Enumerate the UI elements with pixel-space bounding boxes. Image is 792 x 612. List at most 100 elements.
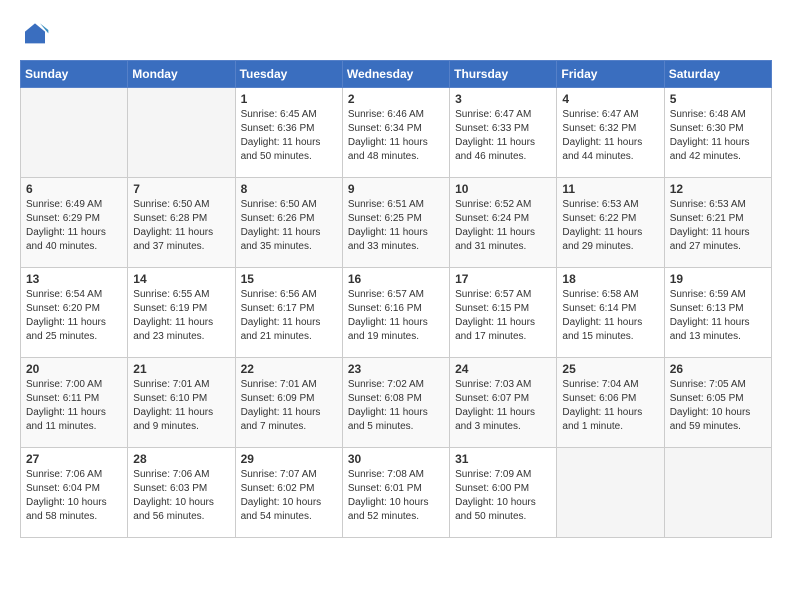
sunrise-text: Sunrise: 7:03 AM: [455, 379, 531, 390]
col-header-saturday: Saturday: [664, 61, 771, 88]
sunset-text: Sunset: 6:22 PM: [562, 213, 636, 224]
daylight-text: Daylight: 11 hours and 11 minutes.: [26, 407, 106, 432]
sunrise-text: Sunrise: 6:57 AM: [348, 289, 424, 300]
sunrise-text: Sunrise: 7:06 AM: [133, 469, 209, 480]
day-number: 28: [133, 452, 229, 466]
sunset-text: Sunset: 6:24 PM: [455, 213, 529, 224]
calendar-cell: 25Sunrise: 7:04 AMSunset: 6:06 PMDayligh…: [557, 358, 664, 448]
day-number: 10: [455, 182, 551, 196]
day-info: Sunrise: 7:06 AMSunset: 6:04 PMDaylight:…: [26, 468, 122, 524]
day-info: Sunrise: 6:51 AMSunset: 6:25 PMDaylight:…: [348, 198, 444, 254]
day-number: 15: [241, 272, 337, 286]
col-header-sunday: Sunday: [21, 61, 128, 88]
daylight-text: Daylight: 11 hours and 29 minutes.: [562, 227, 642, 252]
calendar-cell: 29Sunrise: 7:07 AMSunset: 6:02 PMDayligh…: [235, 448, 342, 538]
day-info: Sunrise: 6:49 AMSunset: 6:29 PMDaylight:…: [26, 198, 122, 254]
calendar-table: SundayMondayTuesdayWednesdayThursdayFrid…: [20, 60, 772, 538]
daylight-text: Daylight: 10 hours and 59 minutes.: [670, 407, 751, 432]
sunset-text: Sunset: 6:05 PM: [670, 393, 744, 404]
day-number: 16: [348, 272, 444, 286]
sunrise-text: Sunrise: 7:01 AM: [133, 379, 209, 390]
sunrise-text: Sunrise: 6:50 AM: [133, 199, 209, 210]
day-number: 6: [26, 182, 122, 196]
sunset-text: Sunset: 6:01 PM: [348, 483, 422, 494]
calendar-cell: [21, 88, 128, 178]
col-header-monday: Monday: [128, 61, 235, 88]
day-info: Sunrise: 6:54 AMSunset: 6:20 PMDaylight:…: [26, 288, 122, 344]
sunrise-text: Sunrise: 6:52 AM: [455, 199, 531, 210]
calendar-header-row: SundayMondayTuesdayWednesdayThursdayFrid…: [21, 61, 772, 88]
day-number: 14: [133, 272, 229, 286]
sunrise-text: Sunrise: 6:55 AM: [133, 289, 209, 300]
calendar-cell: 7Sunrise: 6:50 AMSunset: 6:28 PMDaylight…: [128, 178, 235, 268]
sunset-text: Sunset: 6:29 PM: [26, 213, 100, 224]
day-number: 25: [562, 362, 658, 376]
sunrise-text: Sunrise: 6:47 AM: [562, 109, 638, 120]
day-info: Sunrise: 6:46 AMSunset: 6:34 PMDaylight:…: [348, 108, 444, 164]
day-info: Sunrise: 6:57 AMSunset: 6:16 PMDaylight:…: [348, 288, 444, 344]
daylight-text: Daylight: 11 hours and 31 minutes.: [455, 227, 535, 252]
day-info: Sunrise: 7:01 AMSunset: 6:10 PMDaylight:…: [133, 378, 229, 434]
calendar-cell: 23Sunrise: 7:02 AMSunset: 6:08 PMDayligh…: [342, 358, 449, 448]
calendar-cell: 30Sunrise: 7:08 AMSunset: 6:01 PMDayligh…: [342, 448, 449, 538]
calendar-cell: 6 Sunrise: 6:49 AMSunset: 6:29 PMDaylight…: [21, 178, 128, 268]
day-info: Sunrise: 6:58 AMSunset: 6:14 PMDaylight:…: [562, 288, 658, 344]
daylight-text: Daylight: 11 hours and 5 minutes.: [348, 407, 428, 432]
daylight-text: Daylight: 11 hours and 42 minutes.: [670, 137, 750, 162]
sunset-text: Sunset: 6:16 PM: [348, 303, 422, 314]
daylight-text: Daylight: 11 hours and 1 minute.: [562, 407, 642, 432]
calendar-cell: 16Sunrise: 6:57 AMSunset: 6:16 PMDayligh…: [342, 268, 449, 358]
calendar-cell: 12Sunrise: 6:53 AMSunset: 6:21 PMDayligh…: [664, 178, 771, 268]
daylight-text: Daylight: 10 hours and 52 minutes.: [348, 497, 429, 522]
sunrise-text: Sunrise: 7:09 AM: [455, 469, 531, 480]
sunset-text: Sunset: 6:11 PM: [26, 393, 99, 404]
daylight-text: Daylight: 11 hours and 25 minutes.: [26, 317, 106, 342]
sunset-text: Sunset: 6:07 PM: [455, 393, 529, 404]
day-info: Sunrise: 7:09 AMSunset: 6:00 PMDaylight:…: [455, 468, 551, 524]
day-number: 19: [670, 272, 766, 286]
sunrise-text: Sunrise: 7:06 AM: [26, 469, 102, 480]
calendar-cell: 31Sunrise: 7:09 AMSunset: 6:00 PMDayligh…: [450, 448, 557, 538]
day-number: 26: [670, 362, 766, 376]
calendar-week-row: 27Sunrise: 7:06 AMSunset: 6:04 PMDayligh…: [21, 448, 772, 538]
calendar-cell: 13 Sunrise: 6:54 AMSunset: 6:20 PMDayligh…: [21, 268, 128, 358]
calendar-cell: 24Sunrise: 7:03 AMSunset: 6:07 PMDayligh…: [450, 358, 557, 448]
calendar-cell: [128, 88, 235, 178]
day-number: 17: [455, 272, 551, 286]
col-header-thursday: Thursday: [450, 61, 557, 88]
day-info: Sunrise: 6:53 AM Sunset: 6:22 PM Daylight:…: [562, 198, 658, 254]
sunset-text: Sunset: 6:09 PM: [241, 393, 315, 404]
daylight-text: Daylight: 11 hours and 37 minutes.: [133, 227, 213, 252]
day-number: 22: [241, 362, 337, 376]
sunrise-text: Sunrise: 6:58 AM: [562, 289, 638, 300]
calendar-cell: [557, 448, 664, 538]
calendar-week-row: 20Sunrise: 7:00 AMSunset: 6:11 PMDayligh…: [21, 358, 772, 448]
day-number: 13: [26, 272, 122, 286]
sunset-text: Sunset: 6:03 PM: [133, 483, 207, 494]
sunrise-text: Sunrise: 7:07 AM: [241, 469, 317, 480]
daylight-text: Daylight: 11 hours and 9 minutes.: [133, 407, 213, 432]
daylight-text: Daylight: 11 hours and 46 minutes.: [455, 137, 535, 162]
sunrise-text: Sunrise: 6:53 AM: [562, 199, 638, 210]
day-number: 1: [241, 92, 337, 106]
sunrise-text: Sunrise: 6:59 AM: [670, 289, 746, 300]
sunset-text: Sunset: 6:19 PM: [133, 303, 207, 314]
day-info: Sunrise: 6:53 AMSunset: 6:21 PMDaylight:…: [670, 198, 766, 254]
daylight-text: Daylight: 11 hours and 50 minutes.: [241, 137, 321, 162]
calendar-cell: 19Sunrise: 6:59 AMSunset: 6:13 PMDayligh…: [664, 268, 771, 358]
day-info: Sunrise: 6:45 AMSunset: 6:36 PMDaylight:…: [241, 108, 337, 164]
calendar-cell: 22Sunrise: 7:01 AMSunset: 6:09 PMDayligh…: [235, 358, 342, 448]
sunset-text: Sunset: 6:06 PM: [562, 393, 636, 404]
day-info: Sunrise: 6:47 AMSunset: 6:32 PMDaylight:…: [562, 108, 658, 164]
sunrise-text: Sunrise: 7:02 AM: [348, 379, 424, 390]
daylight-text: Daylight: 11 hours and 7 minutes.: [241, 407, 321, 432]
calendar-week-row: 6 Sunrise: 6:49 AMSunset: 6:29 PMDaylight…: [21, 178, 772, 268]
calendar-week-row: 1 Sunrise: 6:45 AMSunset: 6:36 PMDaylight…: [21, 88, 772, 178]
calendar-cell: 26Sunrise: 7:05 AMSunset: 6:05 PMDayligh…: [664, 358, 771, 448]
daylight-text: Daylight: 11 hours and 35 minutes.: [241, 227, 321, 252]
calendar-cell: 20Sunrise: 7:00 AMSunset: 6:11 PMDayligh…: [21, 358, 128, 448]
day-info: Sunrise: 6:55 AMSunset: 6:19 PMDaylight:…: [133, 288, 229, 344]
day-info: Sunrise: 6:52 AM Sunset: 6:24 PM Daylight:…: [455, 198, 551, 254]
sunrise-text: Sunrise: 6:57 AM: [455, 289, 531, 300]
day-info: Sunrise: 6:57 AMSunset: 6:15 PMDaylight:…: [455, 288, 551, 344]
